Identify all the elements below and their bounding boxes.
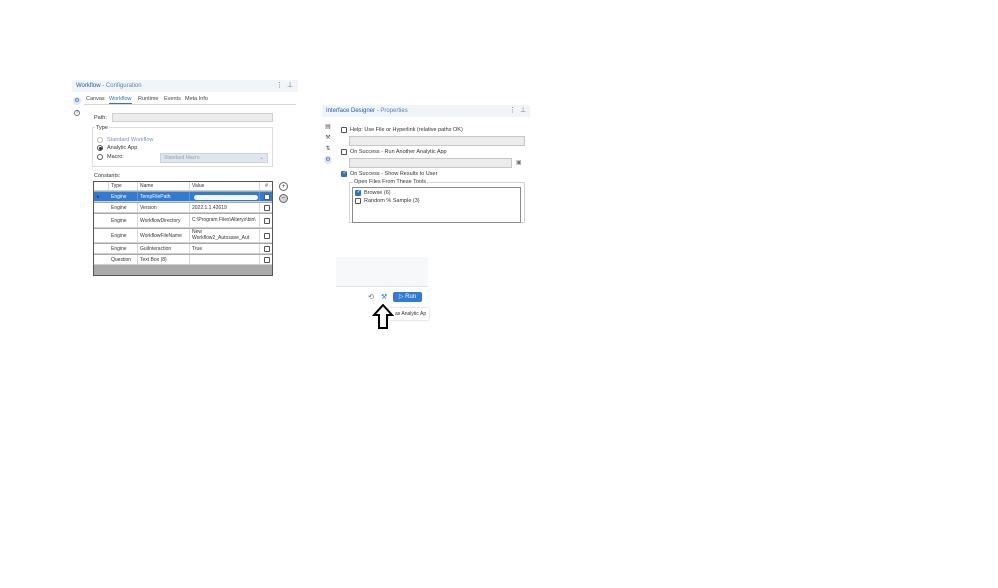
cell-name[interactable]: WorkflowDirectory: [138, 214, 190, 227]
remove-row-button[interactable]: −: [279, 194, 288, 203]
pin-icon[interactable]: ⊥: [520, 107, 526, 115]
path-input[interactable]: [112, 113, 273, 122]
table-row[interactable]: Engine Version 2022.1.1.42619: [94, 203, 272, 213]
table-row[interactable]: Engine WorkflowDirectory C:\Program File…: [94, 214, 272, 228]
more-options-icon[interactable]: ⋮: [509, 107, 516, 115]
panel-title: Interface Designer - Properties: [326, 108, 408, 114]
history-icon[interactable]: ⟲: [368, 293, 374, 301]
pin-icon[interactable]: ⊥: [287, 82, 293, 90]
row-checkbox[interactable]: [264, 205, 270, 211]
row-checkbox[interactable]: [264, 257, 270, 263]
add-row-button[interactable]: +: [279, 182, 288, 191]
panel-header: Workflow - Configuration ⋮ ⊥: [72, 80, 298, 92]
panel-title: Workflow - Configuration: [76, 83, 142, 89]
cell-type[interactable]: Engine: [109, 244, 138, 253]
tab-canvas[interactable]: Canvas: [86, 96, 105, 102]
cell-type[interactable]: Engine: [109, 229, 138, 242]
table-row[interactable]: Engine GuiInteraction True: [94, 244, 272, 254]
panel-sidebar: ⚙ ?: [72, 92, 82, 276]
path-label: Path:: [94, 115, 107, 121]
help-checkbox[interactable]: [341, 127, 347, 133]
table-header-hash: #: [260, 182, 272, 190]
run-another-label: On Success - Run Another Analytic App: [350, 149, 447, 155]
constants-table: Type Name Value # ▸ Engine TempFilePath …: [93, 181, 273, 276]
cell-value[interactable]: [190, 255, 260, 264]
cell-name[interactable]: Version: [138, 203, 190, 212]
cell-value[interactable]: New Workflow2_Autosave_Aut: [190, 229, 260, 242]
table-header-value: Value: [190, 182, 260, 190]
cell-value[interactable]: C:\Program Files\Alteryx\bin\: [190, 214, 260, 227]
open-files-list: Browse (6) Random % Sample (3): [352, 187, 521, 223]
cell-type[interactable]: Engine: [109, 192, 138, 201]
radio-button[interactable]: [97, 145, 103, 151]
radio-button[interactable]: [97, 154, 103, 160]
play-icon: ▷: [398, 294, 404, 300]
cell-value[interactable]: True: [190, 244, 260, 253]
cell-name[interactable]: TempFilePath: [138, 192, 190, 201]
table-header-cell: [94, 182, 109, 190]
cell-value[interactable]: 2022.1.1.42619: [190, 203, 260, 212]
show-results-checkbox[interactable]: [341, 170, 347, 177]
layout-icon[interactable]: ▤: [324, 123, 332, 131]
random-sample-checkbox[interactable]: [355, 198, 361, 204]
type-legend: Type: [95, 125, 109, 131]
radio-label: Standard Workflow: [107, 137, 154, 143]
list-item-label: Random % Sample (3): [364, 198, 420, 204]
row-checkbox[interactable]: [264, 194, 270, 200]
help-icon[interactable]: ?: [74, 110, 80, 116]
cell-type[interactable]: Engine: [109, 203, 138, 212]
macro-select[interactable]: Standard Macro: [160, 153, 268, 163]
row-checkbox[interactable]: [264, 246, 270, 252]
tab-workflow[interactable]: Workflow: [109, 96, 132, 104]
open-files-legend: Open Files From These Tools: [353, 179, 427, 185]
tab-events[interactable]: Events: [164, 96, 181, 102]
browse-checkbox[interactable]: [355, 189, 361, 196]
cell-name[interactable]: Text Box (8): [138, 255, 190, 264]
run-button[interactable]: ▷ Run: [393, 292, 422, 302]
folder-icon[interactable]: ▣: [516, 159, 522, 166]
macro-select-value: Standard Macro: [164, 155, 200, 161]
tabs-divider: [84, 104, 296, 105]
tooltip-text: as Analytic Ap: [395, 311, 427, 317]
radio-label: Macro:: [107, 154, 124, 160]
more-options-icon[interactable]: ⋮: [276, 82, 283, 90]
panel-sidebar: ▤ ⚒ ⇅ ⚙: [322, 117, 334, 223]
tab-runtime[interactable]: Runtime: [138, 96, 158, 102]
table-header-row: Type Name Value #: [94, 182, 272, 191]
wand-icon[interactable]: ⚒: [324, 134, 332, 142]
table-row[interactable]: ▸ Engine TempFilePath: [94, 192, 272, 202]
table-row[interactable]: Engine WorkflowFileName New Workflow2_Au…: [94, 229, 272, 243]
cell-name[interactable]: WorkflowFileName: [138, 229, 190, 242]
redaction-mark: [194, 194, 258, 200]
cell-type[interactable]: Question: [109, 255, 138, 264]
table-header-type: Type: [109, 182, 138, 190]
tab-meta-info[interactable]: Meta Info: [185, 96, 208, 102]
chevron-down-icon: ⌄: [259, 155, 265, 161]
cell-type[interactable]: Engine: [109, 214, 138, 227]
gear-icon[interactable]: ⚙: [73, 97, 81, 105]
constants-label: Constants:: [94, 173, 121, 179]
up-arrow-icon: [372, 304, 394, 329]
radio-label: Analytic App: [107, 145, 138, 151]
run-label: Run: [405, 294, 417, 300]
panel-header: Interface Designer - Properties ⋮ ⊥: [322, 105, 530, 117]
tooltip: as Analytic Ap: [389, 308, 429, 320]
gear-icon[interactable]: ⚙: [324, 156, 332, 164]
help-path-input[interactable]: [349, 136, 525, 146]
row-selector-icon: ▸: [97, 194, 100, 200]
run-another-app-input[interactable]: [349, 158, 512, 168]
canvas-area: [336, 257, 428, 287]
tree-icon[interactable]: ⇅: [324, 145, 332, 153]
run-another-checkbox[interactable]: [341, 149, 347, 155]
table-row[interactable]: Question Text Box (8): [94, 255, 272, 265]
cell-name[interactable]: GuiInteraction: [138, 244, 190, 253]
row-checkbox[interactable]: [264, 218, 270, 224]
show-results-label: On Success - Show Results to User: [350, 171, 438, 177]
analytic-app-wand-icon[interactable]: ⚒: [381, 293, 387, 301]
table-header-name: Name: [138, 182, 190, 190]
row-checkbox[interactable]: [264, 233, 270, 239]
list-item-label: Browse (6): [364, 190, 391, 196]
help-label: Help: Use File or Hyperlink (relative pa…: [350, 127, 463, 133]
radio-button[interactable]: [97, 137, 103, 143]
